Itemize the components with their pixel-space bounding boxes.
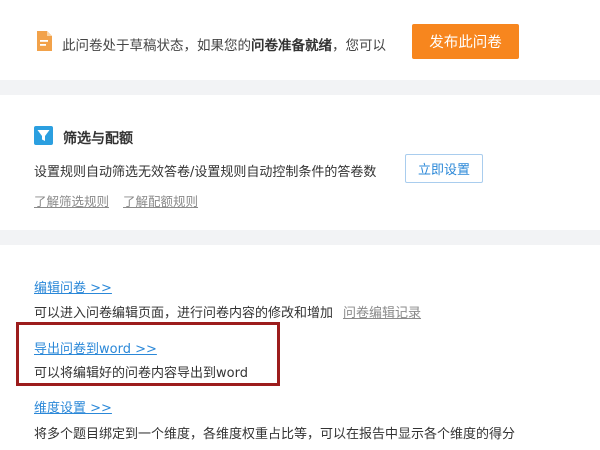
draft-status-message: 此问卷处于草稿状态，如果您的问卷准备就绪，您可以 [62,38,386,54]
highlight-box [16,322,280,386]
learn-quota-rules-link[interactable]: 了解配额规则 [123,194,198,209]
publish-survey-button[interactable]: 发布此问卷 [412,24,519,59]
draft-notice-card: 此问卷处于草稿状态，如果您的问卷准备就绪，您可以 发布此问卷 [0,0,600,80]
edit-survey-link[interactable]: 编辑问卷 >> [34,277,112,296]
filter-quota-description: 设置规则自动筛选无效答卷/设置规则自动控制条件的答卷数 [34,165,377,180]
edit-survey-description: 可以进入问卷编辑页面，进行问卷内容的修改和增加 问卷编辑记录 [34,306,422,321]
setup-now-button[interactable]: 立即设置 [405,154,483,183]
edit-history-link[interactable]: 问卷编辑记录 [343,306,421,321]
dimension-settings-link[interactable]: 维度设置 >> [34,397,112,416]
survey-actions-card: 编辑问卷 >> 可以进入问卷编辑页面，进行问卷内容的修改和增加 问卷编辑记录 导出… [0,245,600,450]
filter-help-links: 了解筛选规则 了解配额规则 [34,191,212,210]
learn-filter-rules-link[interactable]: 了解筛选规则 [34,194,109,209]
funnel-icon [34,126,53,145]
document-icon [36,31,52,51]
dimension-settings-description: 将多个题目绑定到一个维度，各维度权重占比等，可以在报告中显示各个维度的得分 [34,427,516,442]
filter-quota-card: 筛选与配额 设置规则自动筛选无效答卷/设置规则自动控制条件的答卷数 立即设置 了… [0,95,600,230]
filter-quota-title: 筛选与配额 [63,131,133,147]
draft-status-emphasis: 问卷准备就绪 [251,38,332,54]
